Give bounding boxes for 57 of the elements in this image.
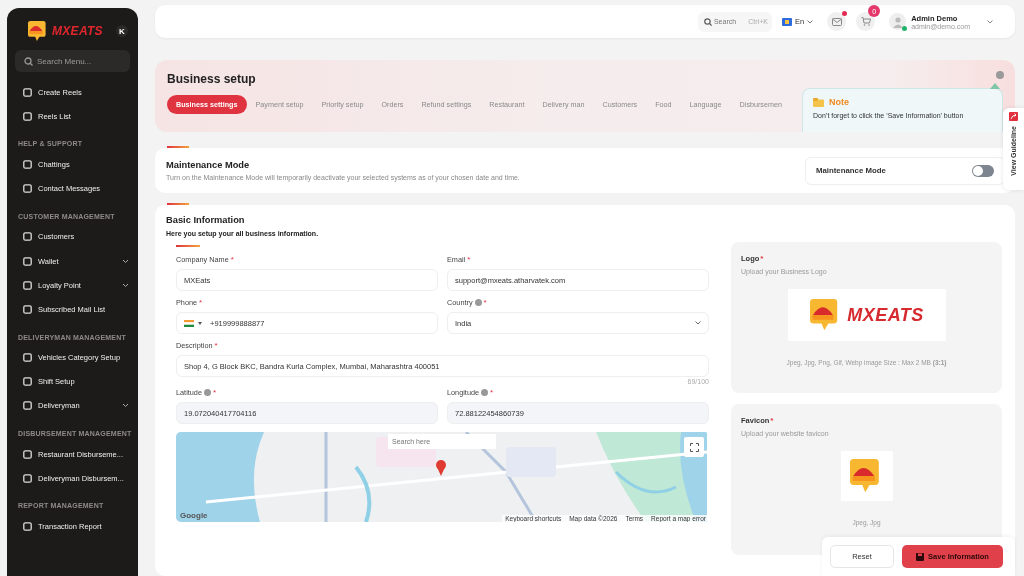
- square-icon: [23, 256, 32, 266]
- brand-name: MXEATS: [847, 304, 924, 326]
- page-title: Business setup: [167, 72, 256, 86]
- avatar[interactable]: [889, 13, 907, 30]
- square-icon: [23, 184, 32, 194]
- search-field[interactable]: Search Menu...: [15, 50, 130, 72]
- collapse-button[interactable]: K: [116, 25, 128, 37]
- brand-name: MXEATS: [52, 24, 103, 38]
- required-mark: *: [490, 388, 494, 397]
- logo-icon: [27, 20, 49, 42]
- search-icon: [703, 17, 712, 26]
- square-icon: [23, 87, 32, 97]
- square-icon: [23, 401, 32, 411]
- square-icon: [23, 304, 32, 314]
- required-mark: *: [760, 254, 764, 263]
- required-mark: *: [212, 388, 217, 397]
- caret-icon: [807, 19, 814, 24]
- required-mark: *: [483, 298, 487, 307]
- square-icon: [23, 473, 32, 483]
- folder-icon: [813, 97, 824, 107]
- square-icon: [23, 353, 32, 363]
- info-icon: [996, 71, 1004, 79]
- square-icon: [23, 280, 32, 290]
- square-icon: [23, 232, 32, 242]
- square-icon: [23, 522, 32, 532]
- share-icon: [1009, 112, 1018, 121]
- map-logo: Google: [180, 511, 208, 520]
- pointer-icon: [990, 83, 1000, 89]
- favicon-preview[interactable]: [840, 451, 893, 501]
- required-mark: *: [770, 416, 774, 425]
- cart-button[interactable]: [856, 12, 876, 31]
- toggle-switch[interactable]: [972, 164, 994, 177]
- note-title: Note: [829, 97, 849, 107]
- required-mark: *: [214, 341, 218, 350]
- flag-icon: [781, 17, 792, 26]
- logo-preview[interactable]: MXEATS: [787, 289, 946, 341]
- section-title: Maintenance Mode: [166, 160, 251, 170]
- square-icon: [23, 449, 32, 459]
- envelope-icon: [831, 17, 842, 26]
- caret-icon: [987, 19, 993, 24]
- required-mark: *: [199, 298, 203, 307]
- fullscreen-icon: [689, 442, 699, 452]
- cart-icon: [860, 17, 871, 26]
- search-icon: [24, 57, 33, 66]
- required-mark: *: [230, 255, 234, 264]
- section-title: Basic Information: [166, 215, 246, 225]
- save-icon: [916, 552, 925, 561]
- messages-button[interactable]: [827, 12, 847, 31]
- fullscreen-button[interactable]: [684, 437, 704, 457]
- caret-icon: [198, 321, 202, 325]
- square-icon: [23, 111, 32, 121]
- chevron-down-icon: [695, 321, 701, 325]
- flag-icon: [184, 319, 194, 327]
- required-mark: *: [467, 255, 471, 264]
- person-icon: [891, 15, 904, 28]
- square-icon: [23, 377, 32, 387]
- square-icon: [23, 159, 32, 169]
